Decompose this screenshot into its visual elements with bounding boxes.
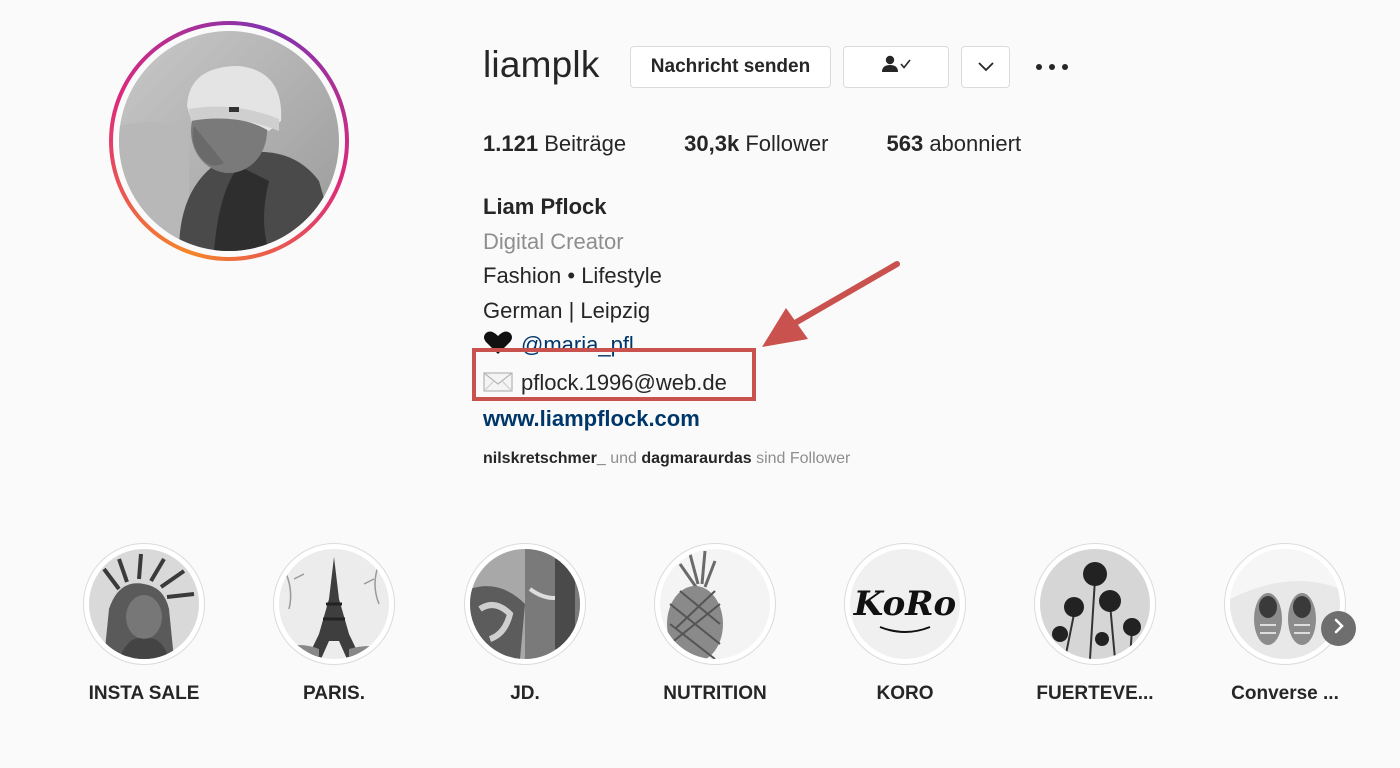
- followers-stat[interactable]: 30,3k Follower: [684, 131, 828, 157]
- website-link[interactable]: www.liampflock.com: [483, 402, 727, 437]
- highlight-fuerteventura[interactable]: FUERTEVE...: [1034, 543, 1156, 704]
- highlight-ring[interactable]: [654, 543, 776, 665]
- following-button[interactable]: [843, 46, 949, 88]
- bio-line-location: German | Leipzig: [483, 297, 651, 323]
- avatar-photo: [119, 31, 339, 251]
- followed-by-suffix: sind Follower: [756, 450, 851, 467]
- profile-avatar[interactable]: [109, 21, 349, 261]
- eiffel-tower-image: [279, 549, 389, 659]
- highlight-insta-sale[interactable]: INSTA SALE: [83, 543, 205, 704]
- highlight-ring[interactable]: [83, 543, 205, 665]
- highlight-jd[interactable]: JD.: [464, 543, 586, 704]
- following-stat[interactable]: 563 abonniert: [886, 131, 1021, 157]
- chevron-down-icon: [977, 56, 995, 78]
- send-message-button[interactable]: Nachricht senden: [630, 46, 831, 88]
- highlight-ring[interactable]: [1224, 543, 1346, 665]
- highlights-next-button[interactable]: [1321, 611, 1356, 646]
- annotation-arrow: [762, 261, 900, 347]
- follower-user-2: dagmaraurdas: [641, 450, 752, 467]
- highlight-paris[interactable]: PARIS.: [273, 543, 395, 704]
- highlight-label: FUERTEVE...: [1036, 683, 1154, 704]
- following-count: 563: [886, 131, 924, 156]
- highlight-ring[interactable]: [464, 543, 586, 665]
- profile-username: liamplk: [483, 44, 600, 85]
- person-check-icon: [880, 54, 912, 80]
- koro-logo-image: KoRo: [850, 549, 960, 659]
- highlight-label: INSTA SALE: [88, 683, 200, 704]
- profile-stats: 1.121 Beiträge 30,3k Follower 563 abonni…: [483, 131, 1079, 157]
- highlight-converse[interactable]: Converse ...: [1224, 543, 1346, 704]
- chevron-right-icon: [1332, 618, 1346, 639]
- followed-by-line[interactable]: nilskretschmer_ und dagmaraurdas sind Fo…: [483, 450, 850, 468]
- highlight-nutrition[interactable]: NUTRITION: [654, 543, 776, 704]
- follower-user-1: nilskretschmer_: [483, 450, 606, 467]
- highlight-label: PARIS.: [303, 683, 365, 704]
- highlight-label: KORO: [876, 683, 934, 704]
- highlight-label: JD.: [510, 683, 540, 704]
- highlight-koro[interactable]: KoRo KORO: [844, 543, 966, 704]
- bio-line-fashion: Fashion • Lifestyle: [483, 263, 662, 288]
- email-highlight-box: [472, 348, 756, 401]
- followers-count: 30,3k: [684, 131, 740, 156]
- highlight-ring[interactable]: [1034, 543, 1156, 665]
- more-dots-icon: [1035, 58, 1069, 76]
- palm-trees-image: [1040, 549, 1150, 659]
- highlight-label: Converse ...: [1231, 683, 1339, 704]
- statue-of-liberty-image: [89, 549, 199, 659]
- posts-label: Beiträge: [544, 131, 627, 156]
- pineapple-image: [660, 549, 770, 659]
- suggestions-toggle-button[interactable]: [961, 46, 1010, 88]
- more-options-button[interactable]: [1032, 55, 1072, 79]
- bio-full-name: Liam Pflock: [483, 194, 607, 219]
- posts-count: 1.121: [483, 131, 539, 156]
- highlight-ring[interactable]: [273, 543, 395, 665]
- highlight-label: NUTRITION: [663, 683, 767, 704]
- followers-label: Follower: [745, 131, 829, 156]
- koro-logo-text: KoRo: [853, 584, 956, 624]
- converse-shoes-image: [1230, 549, 1340, 659]
- bio-category: Digital Creator: [483, 228, 624, 254]
- sneakers-box-image: [470, 549, 580, 659]
- followed-by-joiner: und: [610, 450, 637, 467]
- following-label: abonniert: [929, 131, 1022, 156]
- posts-stat: 1.121 Beiträge: [483, 131, 626, 157]
- highlight-ring[interactable]: KoRo: [844, 543, 966, 665]
